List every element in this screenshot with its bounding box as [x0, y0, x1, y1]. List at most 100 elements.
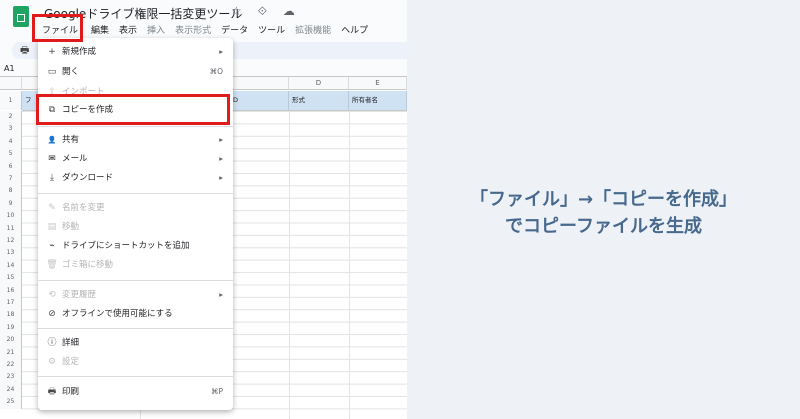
menu-divider [38, 376, 233, 377]
menu-item-move[interactable]: ▤ 移動 [38, 218, 233, 236]
cell-e1[interactable]: 所有者名 [349, 91, 407, 110]
row-header[interactable]: 16 [0, 284, 22, 297]
row-header[interactable]: 13 [0, 247, 22, 260]
row-header[interactable]: 19 [0, 321, 22, 335]
menu-item-details[interactable]: ⓘ 詳細 [38, 334, 233, 352]
row-header[interactable]: 21 [0, 346, 22, 359]
menu-help[interactable]: ヘルプ [340, 23, 369, 36]
menu-extensions[interactable]: 拡張機能 [294, 23, 332, 36]
email-icon: ✉ [48, 154, 56, 164]
menu-data[interactable]: データ [220, 23, 249, 36]
menu-item-offline[interactable]: ⊘ オフラインで使用可能にする [38, 305, 233, 323]
drive-shortcut-icon: ⌁ [49, 241, 55, 251]
open-icon: ▭ [47, 67, 57, 77]
row-header[interactable]: 8 [0, 185, 22, 198]
menu-item-label: ドライブにショートカットを追加 [62, 241, 190, 251]
menu-divider [38, 193, 233, 194]
row-header[interactable]: 23 [0, 371, 22, 384]
menu-item-label: 新規作成 [62, 47, 97, 57]
sheets-logo-icon[interactable] [13, 6, 29, 27]
history-icon: ⟲ [48, 290, 56, 300]
print-icon: 🖶 [47, 387, 57, 397]
row-header[interactable]: 1 [0, 91, 22, 110]
menu-item-download[interactable]: ⤓ ダウンロード ▸ [38, 169, 233, 187]
row-header[interactable]: 10 [0, 210, 22, 223]
cell-c1-text: D [233, 96, 239, 104]
menu-item-rename[interactable]: ✎ 名前を変更 [38, 199, 233, 217]
submenu-arrow-icon: ▸ [219, 47, 223, 56]
menu-item-label: 印刷 [62, 387, 80, 397]
menu-item-trash[interactable]: 🗑 ゴミ箱に移動 [38, 256, 233, 274]
shortcut-label: ⌘P [210, 387, 223, 396]
row-header[interactable]: 9 [0, 197, 22, 211]
menu-item-share[interactable]: 👤+ 共有 ▸ [38, 131, 233, 162]
row-header[interactable]: 5 [0, 148, 22, 161]
column-header-d[interactable]: D [289, 77, 349, 90]
column-header-e[interactable]: E [349, 77, 407, 90]
star-move-cloud-icons[interactable]: ☆ ⟐ ☁ [231, 4, 301, 19]
menu-item-label: 変更履歴 [62, 290, 97, 300]
spreadsheet-screenshot: Googleドライブ権限一括変更ツール ☆ ⟐ ☁ ファイル 編集 表示 挿入 … [0, 0, 407, 419]
new-sheet-icon: + [48, 47, 56, 57]
menu-item-label: メール [62, 154, 88, 164]
menu-item-label: 開く [62, 67, 80, 77]
menu-item-label: ゴミ箱に移動 [62, 260, 114, 270]
submenu-arrow-icon: ▸ [219, 173, 223, 182]
menu-item-email[interactable]: ✉ メール ▸ [38, 150, 233, 168]
row-header[interactable]: 6 [0, 160, 22, 173]
menu-item-label: 設定 [62, 357, 80, 367]
row-header[interactable]: 18 [0, 309, 22, 322]
menu-divider [38, 280, 233, 281]
submenu-arrow-icon: ▸ [219, 135, 223, 144]
menu-item-settings[interactable]: ⚙ 設定 [38, 353, 233, 371]
menu-bar: ファイル 編集 表示 挿入 表示形式 データ ツール 拡張機能 ヘルプ [38, 23, 369, 36]
menu-item-label: ダウンロード [62, 173, 114, 183]
row-header[interactable]: 24 [0, 383, 22, 397]
row-header[interactable]: 2 [0, 111, 22, 124]
download-icon: ⤓ [50, 173, 54, 183]
menu-divider [38, 126, 233, 127]
menu-item-new[interactable]: + 新規作成 ▸ [38, 43, 233, 61]
row-header[interactable]: 17 [0, 297, 22, 310]
menu-view[interactable]: 表示 [118, 23, 138, 36]
row-header[interactable]: 20 [0, 334, 22, 347]
row-header[interactable]: 12 [0, 235, 22, 248]
menu-item-label: 名前を変更 [62, 203, 105, 213]
print-icon[interactable]: 🖶 [20, 43, 29, 60]
trash-icon: 🗑 [46, 260, 58, 270]
menu-item-label: オフラインで使用可能にする [62, 309, 173, 319]
caption-line-1: 「ファイル」→「コピーを作成」 [469, 189, 738, 210]
gear-icon: ⚙ [47, 357, 57, 367]
shortcut-label: ⌘O [209, 67, 223, 76]
menu-edit[interactable]: 編集 [90, 23, 110, 36]
menu-insert[interactable]: 挿入 [146, 23, 166, 36]
row-header[interactable]: 14 [0, 259, 22, 273]
menu-item-version-history[interactable]: ⟲ 変更履歴 ▸ [38, 286, 233, 304]
file-menu-highlight [32, 14, 83, 42]
row-header[interactable]: 3 [0, 123, 22, 136]
menu-format[interactable]: 表示形式 [174, 23, 212, 36]
row-header[interactable]: 25 [0, 396, 22, 409]
instruction-caption: 「ファイル」→「コピーを作成」 でコピーファイルを生成 [407, 186, 800, 240]
copy-item-highlight [36, 94, 230, 125]
menu-divider [38, 328, 233, 329]
row-header[interactable]: 15 [0, 272, 22, 285]
row-header[interactable]: 4 [0, 135, 22, 149]
menu-item-add-shortcut[interactable]: ⌁ ドライブにショートカットを追加 [38, 237, 233, 255]
menu-item-label: 移動 [62, 222, 80, 232]
move-folder-icon: ▤ [47, 222, 57, 232]
row-header[interactable]: 11 [0, 222, 22, 235]
menu-item-open[interactable]: ▭ 開く ⌘O [38, 63, 233, 81]
corner-cell[interactable] [0, 77, 22, 90]
info-icon: ⓘ [47, 338, 57, 348]
menu-tools[interactable]: ツール [257, 23, 286, 36]
name-box[interactable]: A1 [4, 64, 15, 73]
menu-item-label: 共有 [62, 135, 80, 145]
caption-line-2: でコピーファイルを生成 [505, 216, 702, 237]
menu-item-label: 詳細 [62, 338, 80, 348]
cell-d1[interactable]: 形式 [289, 91, 349, 110]
menu-item-print[interactable]: 🖶 印刷 ⌘P [38, 383, 233, 401]
row-header[interactable]: 22 [0, 359, 22, 372]
rename-icon: ✎ [48, 203, 56, 213]
row-header[interactable]: 7 [0, 173, 22, 186]
